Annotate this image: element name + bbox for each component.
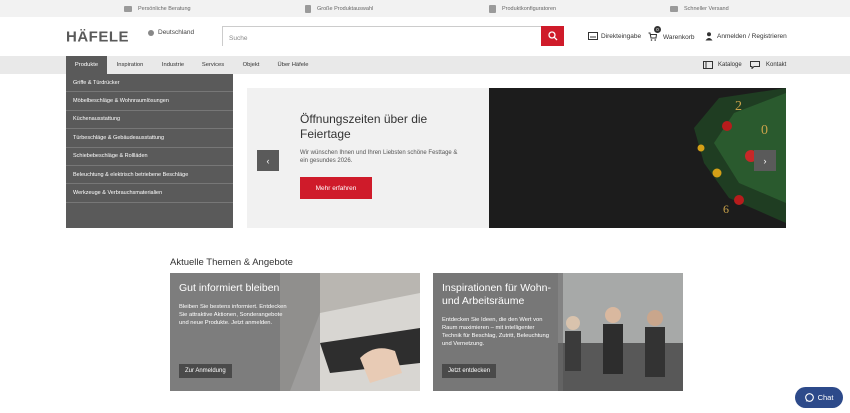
chat-label: Chat xyxy=(817,393,834,402)
category-door-fittings[interactable]: Türbeschläge & Gebäudeausstattung xyxy=(66,129,233,148)
inspiration-card[interactable]: Inspirationen für Wohn- und Arbeitsräume… xyxy=(433,273,683,391)
contact-link[interactable]: Kontakt xyxy=(750,56,786,74)
card-text: Bleiben Sie bestens informiert. Entdecke… xyxy=(179,304,287,326)
section-title: Aktuelle Themen & Angebote xyxy=(170,257,293,268)
svg-text:6: 6 xyxy=(723,202,729,216)
benefit-advice: Persönliche Beratung xyxy=(124,0,191,17)
logo-text: HÄFELE xyxy=(66,29,129,43)
newsletter-button[interactable]: Zur Anmeldung xyxy=(179,364,232,378)
handshake-icon xyxy=(124,5,132,12)
card-text: Entdecken Sie Ideen, die den Wert von Ra… xyxy=(442,317,549,347)
hero-more-button[interactable]: Mehr erfahren xyxy=(300,177,372,199)
category-lighting[interactable]: Beleuchtung & elektrisch betriebene Besc… xyxy=(66,166,233,185)
login-label: Anmelden / Registrieren xyxy=(717,33,787,40)
chat-button[interactable]: Chat xyxy=(795,387,843,408)
benefit-configurator: Produktkonfiguratoren xyxy=(489,0,556,17)
card-title: Gut informiert bleiben xyxy=(179,282,280,294)
card-title: Inspirationen für Wohn- und Arbeitsräume xyxy=(442,282,551,307)
nav-products[interactable]: Produkte xyxy=(66,56,107,74)
direct-entry-label: Direkteingabe xyxy=(601,32,642,40)
cart-icon: 0 xyxy=(648,26,661,43)
category-handles[interactable]: Griffe & Türdrücker xyxy=(66,74,233,93)
search-icon xyxy=(547,31,557,41)
carousel-next-button[interactable]: › xyxy=(754,150,776,171)
configurator-icon xyxy=(489,4,496,13)
main-navigation: Produkte Inspiration Industrie Services … xyxy=(0,56,850,74)
nav-inspiration[interactable]: Inspiration xyxy=(110,56,150,74)
hero-title: Öffnungszeiten über die Feiertage xyxy=(300,112,428,141)
chat-bubble-icon xyxy=(750,61,760,69)
cart-link[interactable]: 0 Warenkorb xyxy=(648,26,695,43)
site-header: HÄFELE Deutschland Direkteingabe 0 xyxy=(0,17,850,56)
hero-text: Wir wünschen Ihnen und Ihren Liebsten sc… xyxy=(300,150,458,164)
cart-label: Warenkorb xyxy=(663,34,695,41)
newsletter-card[interactable]: Gut informiert bleiben Bleiben Sie beste… xyxy=(170,273,420,391)
benefit-label: Große Produktauswahl xyxy=(317,5,374,12)
catalog-icon xyxy=(305,4,311,13)
catalogs-link[interactable]: Kataloge xyxy=(703,56,742,74)
carousel-prev-button[interactable]: ‹ xyxy=(257,150,279,171)
benefit-shipping: Schneller Versand xyxy=(670,0,729,17)
globe-icon xyxy=(148,29,154,36)
chat-icon xyxy=(804,393,814,402)
search-button[interactable] xyxy=(541,26,564,46)
benefit-label: Produktkonfiguratoren xyxy=(502,5,557,12)
christmas-image: 2 0 6 xyxy=(489,88,786,228)
search-box xyxy=(222,26,564,48)
svg-text:2: 2 xyxy=(735,99,742,114)
category-furniture-fittings[interactable]: Möbelbeschläge & Wohnraumlösungen xyxy=(66,92,233,111)
user-icon xyxy=(705,32,713,41)
category-kitchen[interactable]: Küchenausstattung xyxy=(66,111,233,130)
benefit-label: Persönliche Beratung xyxy=(138,5,191,12)
benefit-label: Schneller Versand xyxy=(684,5,729,12)
book-icon xyxy=(703,61,713,69)
category-tools[interactable]: Werkzeuge & Verbrauchsmaterialien xyxy=(66,184,233,203)
hero-banner: Öffnungszeiten über die Feiertage Wir wü… xyxy=(247,88,786,228)
chevron-right-icon: › xyxy=(763,155,767,166)
nav-services[interactable]: Services xyxy=(196,56,230,74)
contact-label: Kontakt xyxy=(766,62,787,68)
nav-object[interactable]: Objekt xyxy=(236,56,266,74)
region-selector[interactable]: Deutschland xyxy=(148,29,194,36)
svg-text:0: 0 xyxy=(761,123,768,138)
nav-industry[interactable]: Industrie xyxy=(154,56,192,74)
top-benefits-bar: Persönliche Beratung Große Produktauswah… xyxy=(0,0,850,17)
catalogs-label: Kataloge xyxy=(718,62,742,68)
inspiration-button[interactable]: Jetzt entdecken xyxy=(442,364,497,378)
keyboard-icon xyxy=(588,32,598,40)
nav-about[interactable]: Über Häfele xyxy=(272,56,314,74)
direct-entry-link[interactable]: Direkteingabe xyxy=(588,32,641,40)
haefele-logo[interactable]: HÄFELE xyxy=(66,29,135,46)
category-sliding-fittings[interactable]: Schiebebeschläge & Rollläden xyxy=(66,148,233,166)
search-input[interactable] xyxy=(223,29,541,48)
products-dropdown: Griffe & Türdrücker Möbelbeschläge & Woh… xyxy=(66,74,233,228)
cart-count-badge: 0 xyxy=(654,26,661,33)
chevron-left-icon: ‹ xyxy=(266,155,270,166)
region-label: Deutschland xyxy=(158,29,195,36)
benefit-selection: Große Produktauswahl xyxy=(305,0,373,17)
login-link[interactable]: Anmelden / Registrieren xyxy=(705,32,787,41)
truck-icon xyxy=(670,5,678,12)
